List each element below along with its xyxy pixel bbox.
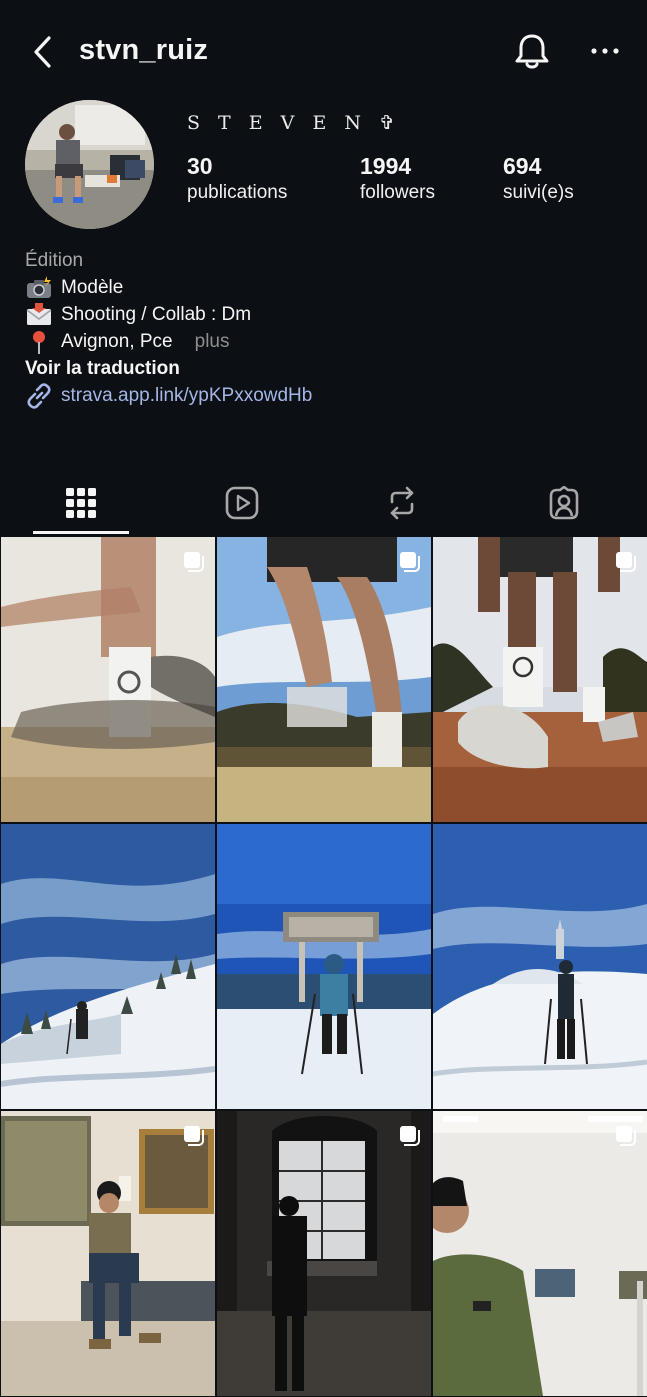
post-thumbnail[interactable] (433, 824, 647, 1109)
see-translation-link[interactable]: Voir la traduction (25, 355, 625, 382)
profile-bio: Édition Modèle Shooting / Collab : Dm Av… (25, 247, 625, 409)
active-tab-indicator (33, 531, 129, 534)
profile-header: stvn_ruiz (0, 0, 647, 100)
profile-external-link[interactable]: strava.app.link/ypKPxxowdHb (25, 382, 625, 409)
carousel-icon (184, 1126, 204, 1146)
post-thumbnail[interactable] (433, 1111, 647, 1396)
tab-grid[interactable] (33, 470, 129, 535)
carousel-icon (184, 552, 204, 572)
post-thumbnail[interactable] (1, 537, 215, 822)
stat-value: 694 (503, 153, 542, 179)
post-thumbnail[interactable] (1, 1111, 215, 1396)
more-horizontal-icon[interactable] (590, 46, 620, 56)
carousel-icon (400, 552, 420, 572)
round-pushpin-emoji-icon (33, 330, 45, 354)
posts-grid (0, 535, 647, 1397)
camera-flash-emoji-icon (27, 275, 51, 298)
tab-reposts[interactable] (354, 470, 450, 535)
bio-line-text: Shooting / Collab : Dm (61, 304, 252, 325)
profile-category: Édition (25, 250, 84, 271)
tab-tagged[interactable] (516, 470, 612, 535)
post-thumbnail[interactable] (217, 1111, 431, 1396)
bell-icon[interactable] (513, 31, 551, 71)
carousel-icon (400, 1126, 420, 1146)
post-thumbnail[interactable] (217, 537, 431, 822)
profile-display-name: S T E V E N ✞ (187, 112, 401, 134)
bio-line: Shooting / Collab : Dm (25, 301, 625, 328)
stat-label: followers (360, 182, 435, 203)
tagged-person-icon (549, 485, 579, 519)
profile-avatar[interactable] (25, 100, 154, 229)
stat-label: publications (187, 182, 288, 203)
bio-line-text: Modèle (61, 277, 124, 298)
stat-label: suivi(e)s (503, 182, 574, 203)
stat-followers[interactable]: 1994 followers (360, 153, 435, 204)
post-thumbnail[interactable] (217, 824, 431, 1109)
carousel-icon (616, 552, 636, 572)
carousel-icon (616, 1126, 636, 1146)
stat-following[interactable]: 694 suivi(e)s (503, 153, 574, 204)
post-thumbnail[interactable] (1, 824, 215, 1109)
envelope-emoji-icon (26, 302, 52, 325)
profile-link-text: strava.app.link/ypKPxxowdHb (61, 385, 313, 406)
grid-icon (66, 487, 96, 518)
stat-publications[interactable]: 30 publications (187, 153, 287, 204)
stat-value: 1994 (360, 153, 412, 179)
stat-value: 30 (187, 153, 213, 179)
post-thumbnail[interactable] (433, 537, 647, 822)
chevron-left-icon[interactable] (28, 32, 58, 72)
repost-icon (390, 486, 414, 519)
bio-line: Avignon, Pce plus (25, 328, 625, 355)
bio-more-link[interactable]: plus (195, 328, 230, 355)
profile-username: stvn_ruiz (79, 34, 209, 66)
bio-line: Modèle (25, 274, 625, 301)
profile-tabs (0, 470, 647, 535)
tab-reels[interactable] (194, 470, 290, 535)
reels-play-icon (225, 486, 259, 519)
link-icon (27, 382, 51, 409)
bio-line-text: Avignon, Pce (61, 331, 173, 352)
